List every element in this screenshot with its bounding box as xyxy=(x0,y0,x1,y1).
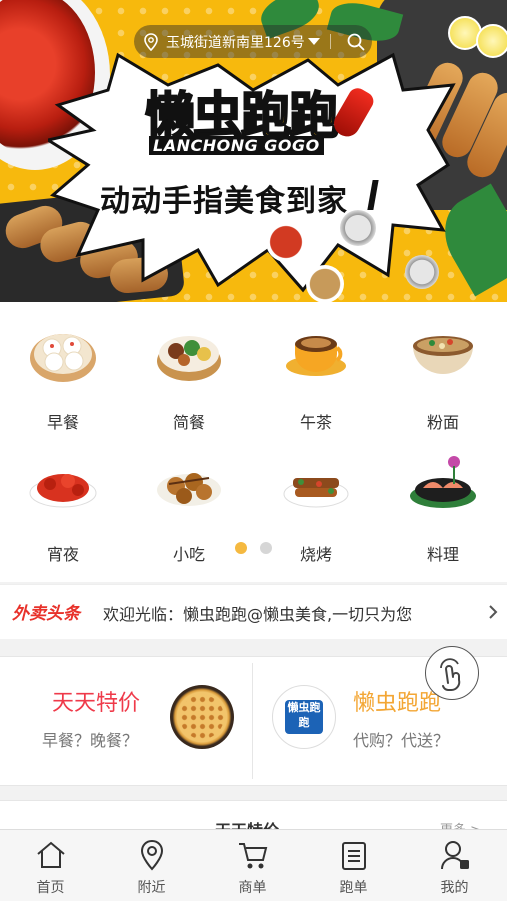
clipboard-list-icon xyxy=(342,842,366,870)
crayfish-plate-icon xyxy=(29,474,97,508)
promo-divider xyxy=(252,663,253,779)
promo-title: 天天特价 xyxy=(52,691,141,716)
category-bbq[interactable]: 烧烤 xyxy=(253,434,379,564)
category-label: 早餐 xyxy=(46,413,79,432)
home-icon xyxy=(37,841,65,868)
floating-assist-button[interactable] xyxy=(425,646,479,700)
category-label: 烧烤 xyxy=(299,545,332,564)
category-afternoon-tea[interactable]: 午茶 xyxy=(253,302,379,432)
touch-gesture-icon xyxy=(440,658,461,691)
logo-english-text: LANCHONG GOGO xyxy=(149,136,324,155)
category-label: 宵夜 xyxy=(46,545,79,564)
chevron-right-icon xyxy=(489,605,498,619)
tea-cup-icon xyxy=(286,336,346,376)
category-snacks[interactable]: 小吃 xyxy=(126,434,252,564)
category-simple-meal[interactable]: 简餐 xyxy=(126,302,252,432)
category-late-night[interactable]: 宵夜 xyxy=(0,434,126,564)
measuring-spoon-image xyxy=(340,210,376,246)
tab-nearby[interactable]: 附近 xyxy=(101,830,202,901)
takoyaki-icon xyxy=(157,473,221,506)
category-noodles[interactable]: 粉面 xyxy=(380,302,506,432)
category-label: 粉面 xyxy=(426,413,459,432)
tab-label: 商单 xyxy=(238,880,267,896)
location-pin-icon xyxy=(140,839,164,871)
location-selector[interactable]: 玉城街道新南里126号 xyxy=(134,25,372,58)
tab-label: 我的 xyxy=(440,880,469,896)
pager-dot[interactable] xyxy=(260,542,272,554)
tab-profile[interactable]: 我的 xyxy=(404,830,505,901)
spice-dish-image xyxy=(306,265,344,302)
promo-subtitle: 早餐？晚餐？ xyxy=(42,731,139,750)
chevron-down-icon xyxy=(307,38,320,45)
measuring-spoon-image xyxy=(405,255,439,289)
category-label: 简餐 xyxy=(172,413,205,432)
sashimi-platter-icon xyxy=(410,456,476,508)
news-ticker[interactable]: 外卖头条 欢迎光临：懒虫跑跑@懒虫美食,一切只为您 xyxy=(0,584,507,639)
steamed-buns-icon xyxy=(30,334,96,382)
search-icon[interactable] xyxy=(346,32,366,56)
category-cuisine[interactable]: 料理 xyxy=(380,434,506,564)
shopping-cart-icon xyxy=(239,843,268,869)
sauce-dish-image xyxy=(266,222,306,262)
banner-slogan: 动动手指美食到家 xyxy=(100,184,348,219)
bbq-skewer-icon xyxy=(283,478,349,508)
noodle-bowl-icon xyxy=(413,336,473,374)
tab-home[interactable]: 首页 xyxy=(0,830,101,901)
category-breakfast[interactable]: 早餐 xyxy=(0,302,126,432)
news-message: 欢迎光临：懒虫跑跑@懒虫美食,一切只为您 xyxy=(103,605,413,624)
pizza-pie-image xyxy=(170,685,234,749)
tab-errands[interactable]: 跑单 xyxy=(303,830,404,901)
bento-box-icon xyxy=(157,336,221,381)
logo-text: 懒虫跑跑 xyxy=(285,700,323,734)
hero-banner[interactable]: 懒虫跑跑 LANCHONG GOGO 动动手指美食到家 玉城街道新南里126号 xyxy=(0,0,507,302)
bottom-tab-bar: 首页 附近 商单 跑单 我的 xyxy=(0,829,507,901)
location-divider xyxy=(330,34,331,49)
tab-orders[interactable]: 商单 xyxy=(202,830,303,901)
tab-label: 跑单 xyxy=(339,880,368,896)
category-label: 料理 xyxy=(426,545,459,564)
category-label: 小吃 xyxy=(172,545,205,564)
tab-label: 首页 xyxy=(36,880,65,896)
category-grid: 早餐 简餐 午茶 粉面 宵夜 小吃 烧烤 料理 xyxy=(0,302,507,582)
news-tag: 外卖头条 xyxy=(12,604,80,624)
location-address: 玉城街道新南里126号 xyxy=(166,34,305,51)
promo-subtitle: 代购？代送？ xyxy=(353,731,450,750)
pager-dot-active[interactable] xyxy=(235,542,247,554)
lemon-slice-image xyxy=(476,24,507,58)
user-profile-icon xyxy=(441,841,469,870)
lanchong-app-logo: 懒虫跑跑 xyxy=(272,685,336,749)
category-label: 午茶 xyxy=(299,413,332,432)
location-pin-icon xyxy=(144,32,158,51)
tab-label: 附近 xyxy=(137,880,166,896)
